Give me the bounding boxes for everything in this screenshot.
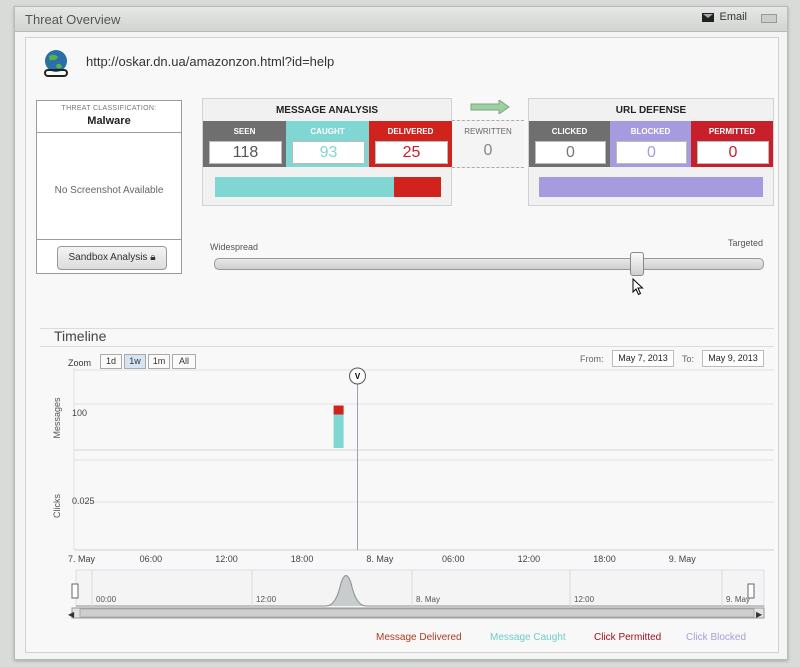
clicks-tick-label: 0.025	[72, 496, 95, 506]
messages-tick-label: 100	[72, 408, 87, 418]
overview-content: http://oskar.dn.ua/amazonzon.html?id=hel…	[25, 37, 779, 653]
x-tick-label: 12:00	[215, 554, 238, 564]
event-marker-label: V	[355, 372, 361, 381]
legend-label: Message Delivered	[376, 632, 462, 643]
navigator-right-handle[interactable]	[747, 583, 755, 599]
legend-message-caught[interactable]: Message Caught	[490, 632, 566, 643]
scroll-left-icon[interactable]: ◀	[68, 610, 75, 619]
legend-label: Click Permitted	[594, 632, 662, 643]
timeline-chart[interactable]: Messages Clicks 100 0.025 7. May 06:00 12:…	[26, 38, 778, 652]
x-tick-label: 9. May	[669, 554, 697, 564]
bar-message-caught[interactable]	[333, 414, 344, 448]
email-label: Email	[719, 11, 747, 23]
title-bar: Threat Overview Email	[15, 7, 787, 32]
email-button[interactable]: Email	[702, 11, 747, 23]
x-tick-label: 18:00	[291, 554, 314, 564]
navigator-tick-label: 12:00	[256, 595, 277, 604]
navigator-tick-label: 9. May	[726, 595, 750, 604]
threat-overview-window: Threat Overview Email http://oskar.dn.ua…	[14, 6, 788, 660]
legend-message-delivered[interactable]: Message Delivered	[376, 632, 462, 643]
legend-click-permitted[interactable]: Click Permitted	[594, 632, 661, 643]
envelope-icon	[702, 12, 715, 22]
messages-axis-label: Messages	[52, 397, 62, 439]
legend-label: Click Blocked	[686, 632, 747, 643]
legend-click-blocked[interactable]: Click Blocked	[686, 632, 746, 643]
bar-message-delivered[interactable]	[333, 405, 344, 415]
x-tick-label: 8. May	[366, 554, 394, 564]
x-tick-label: 7. May	[68, 554, 96, 564]
x-tick-label: 12:00	[518, 554, 541, 564]
navigator-tick-label: 8. May	[416, 595, 440, 604]
navigator-tick-label: 12:00	[574, 595, 595, 604]
x-tick-label: 06:00	[140, 554, 163, 564]
legend-label: Message Caught	[490, 632, 566, 643]
x-tick-label: 18:00	[593, 554, 616, 564]
navigator-tick-label: 00:00	[96, 595, 117, 604]
navigator-left-handle[interactable]	[71, 583, 79, 599]
minimize-icon[interactable]	[761, 14, 777, 23]
x-tick-label: 06:00	[442, 554, 465, 564]
navigator-scrollbar-thumb[interactable]	[79, 608, 755, 618]
clicks-axis-label: Clicks	[52, 494, 62, 518]
scroll-right-icon[interactable]: ▶	[756, 610, 763, 619]
window-title: Threat Overview	[25, 12, 121, 27]
